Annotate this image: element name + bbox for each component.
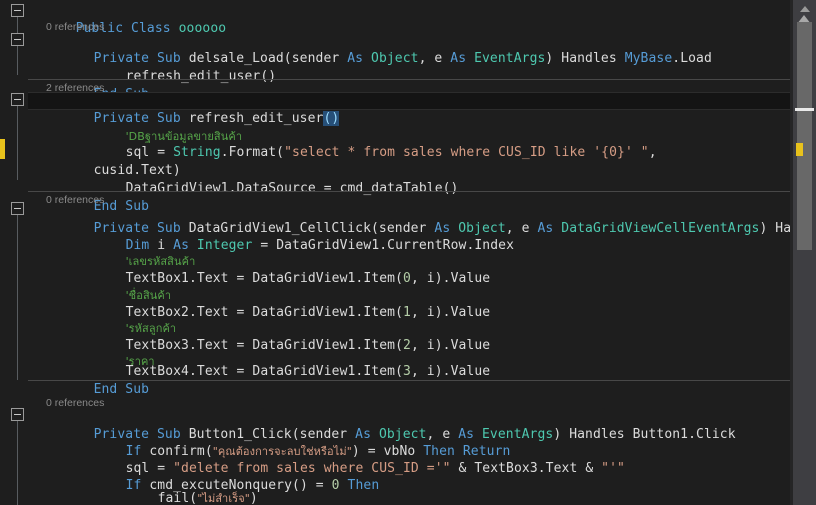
token-expr: DataGridView1.DataSource = cmd_dataTable… <box>125 181 459 196</box>
token-punct: , e <box>418 51 451 66</box>
code-line-comment-product-code: 'เลขรหัสสินค้า <box>78 235 196 268</box>
scrollbar-change-marker <box>796 143 803 156</box>
code-text-area[interactable]: Public Class oooooo 0 references Private… <box>0 0 793 505</box>
code-line-class-decl: Public Class oooooo <box>28 2 227 36</box>
token-number: 0 <box>403 271 411 286</box>
token-type-integer: Integer <box>196 238 253 253</box>
code-line-cellclick-signature: Private Sub DataGridView1_CellClick(send… <box>46 202 793 236</box>
code-line-end-sub: End Sub <box>46 363 149 397</box>
code-line-comment-customer-code: 'รหัสลูกค้า <box>78 302 177 335</box>
token-expr: TextBox4.Text = DataGridView1.Item( <box>125 364 403 379</box>
vertical-scrollbar[interactable] <box>793 0 816 505</box>
method-separator <box>28 191 793 192</box>
token-keyword-then: Then <box>339 478 380 493</box>
token-handles: ) Handles <box>545 51 625 66</box>
code-line-button1-click-signature: Private Sub Button1_Click(sender As Obje… <box>46 408 736 442</box>
token-handles: ) Handles <box>759 221 793 236</box>
token-number: 1 <box>403 305 411 320</box>
token-call: fail( <box>157 491 198 505</box>
token-expr: , i).Value <box>410 305 491 320</box>
code-line-sql-delete: sql = "delete from sales where CUS_ID ='… <box>78 442 625 476</box>
token-keyword-as: As <box>347 51 372 66</box>
code-line-textbox1: TextBox1.Text = DataGridView1.Item(0, i)… <box>78 252 491 286</box>
token-expr: , i).Value <box>410 364 491 379</box>
code-line-fail-call: fail("ไม่สำเร็จ") <box>110 472 258 505</box>
token-string-literal: "'" <box>601 461 625 476</box>
token-expr: , i).Value <box>410 271 491 286</box>
token-type: Object <box>371 51 419 66</box>
method-separator <box>28 79 793 80</box>
token-keyword-as: As <box>537 221 562 236</box>
token-type: DataGridViewCellEventArgs <box>561 221 760 236</box>
code-editor[interactable]: Public Class oooooo 0 references Private… <box>0 0 816 505</box>
code-line-textbox4: TextBox4.Text = DataGridView1.Item(3, i)… <box>78 345 491 379</box>
code-line-if-confirm: If confirm("คุณต้องการจะลบใช่หรือไม่") =… <box>78 425 511 459</box>
token-punct: , <box>648 145 657 160</box>
token-number: 3 <box>403 364 411 379</box>
scrollbar-thumb[interactable] <box>797 22 812 250</box>
token-punct: ) <box>249 491 258 505</box>
token-keyword-as: As <box>450 51 475 66</box>
token-handles: ) Handles Button1.Click <box>553 427 736 442</box>
code-line-refresh-call: refresh_edit_user() <box>78 50 277 84</box>
token-member-format: .Format( <box>220 145 285 160</box>
token-string-literal: "ไม่สำเร็จ" <box>197 492 250 505</box>
code-line-else: Else <box>78 489 157 505</box>
token-number: 0 <box>331 478 340 493</box>
method-separator <box>28 380 793 381</box>
token-member: .Load <box>672 51 712 66</box>
code-line-cusid-text: cusid.Text) <box>46 144 181 178</box>
token-concat: & TextBox3.Text & <box>450 461 602 476</box>
code-line-refresh-edit-user-signature: Private Sub refresh_edit_user() <box>46 92 340 126</box>
token-matching-brackets: () <box>323 111 340 126</box>
code-line-comment-product-name: 'ชื่อสินค้า <box>78 269 171 302</box>
scrollbar-caret-position-marker <box>795 108 814 111</box>
token-expr: = DataGridView1.CurrentRow.Index <box>252 238 515 253</box>
code-line-sql-format: sql = String.Format("select * from sales… <box>78 126 657 160</box>
token-type: EventArgs <box>474 51 546 66</box>
code-line-datasource: DataGridView1.DataSource = cmd_dataTable… <box>78 162 459 196</box>
token-keyword: End Sub <box>93 382 150 397</box>
token-keyword-mybase: MyBase <box>624 51 673 66</box>
code-line-delsale-load-signature: Private Sub delsale_Load(sender As Objec… <box>46 32 712 66</box>
token-string-literal: "select * from sales where CUS_ID like '… <box>284 145 649 160</box>
